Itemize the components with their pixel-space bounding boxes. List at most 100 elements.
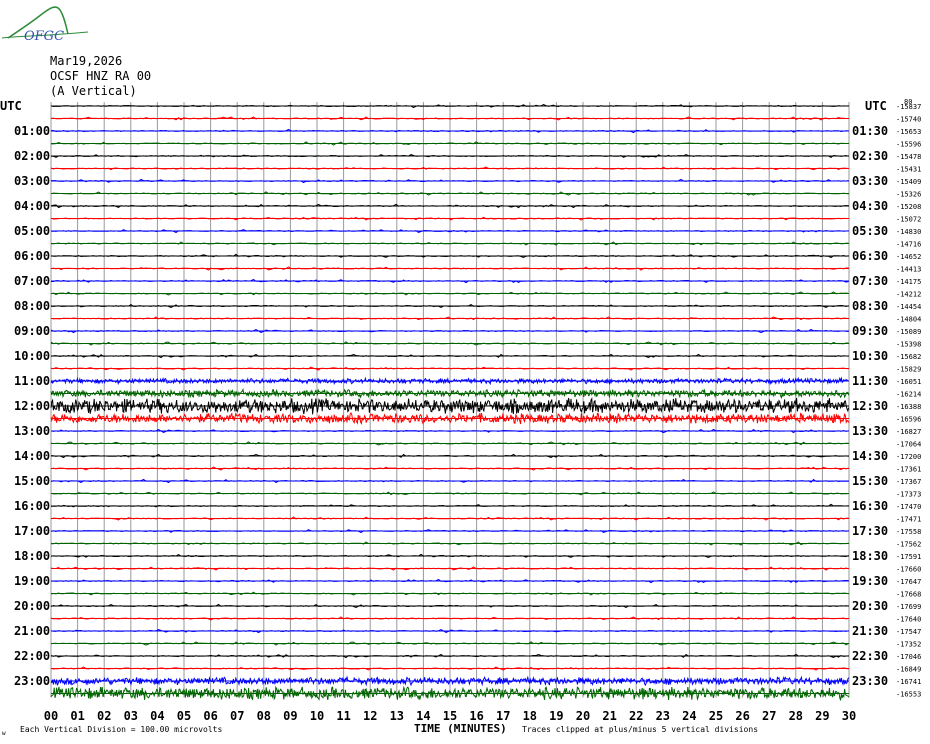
x-tick-label: 20 bbox=[576, 709, 590, 723]
ofgc-logo: OFGC bbox=[1, 6, 89, 44]
offset-label: -17361 bbox=[896, 466, 921, 474]
offset-label: -15208 bbox=[896, 203, 921, 211]
right-utc-label: UTC bbox=[865, 99, 887, 113]
chart-grid bbox=[50, 102, 850, 698]
x-tick-label: 29 bbox=[815, 709, 829, 723]
right-halfhour-label: 04:30 bbox=[852, 199, 888, 213]
right-halfhour-label: 17:30 bbox=[852, 524, 888, 538]
x-tick-label: 28 bbox=[789, 709, 803, 723]
x-tick-label: 02 bbox=[97, 709, 111, 723]
x-tick-label: 14 bbox=[416, 709, 430, 723]
offset-label: -14804 bbox=[896, 316, 921, 324]
x-tick-label: 00 bbox=[44, 709, 58, 723]
left-hour-label: 07:00 bbox=[14, 274, 50, 288]
left-hour-label: 01:00 bbox=[14, 124, 50, 138]
right-halfhour-label: 08:30 bbox=[852, 299, 888, 313]
offset-label: -16741 bbox=[896, 678, 921, 686]
x-axis-title: TIME (MINUTES) bbox=[414, 722, 507, 735]
offset-label: -14454 bbox=[896, 303, 921, 311]
x-tick-label: 04 bbox=[150, 709, 164, 723]
offset-label: -15653 bbox=[896, 128, 921, 136]
offset-label: -14413 bbox=[896, 266, 921, 274]
offset-label: -17647 bbox=[896, 578, 921, 586]
offset-label: -16214 bbox=[896, 391, 921, 399]
offset-label: -17367 bbox=[896, 478, 921, 486]
offset-label: -17200 bbox=[896, 453, 921, 461]
offset-label: -16827 bbox=[896, 428, 921, 436]
offset-label: -15398 bbox=[896, 341, 921, 349]
left-hour-label: 06:00 bbox=[14, 249, 50, 263]
offset-label: -15837 bbox=[896, 103, 921, 111]
x-tick-label: 12 bbox=[363, 709, 377, 723]
right-halfhour-label: 05:30 bbox=[852, 224, 888, 238]
right-halfhour-label: 13:30 bbox=[852, 424, 888, 438]
x-tick-label: 07 bbox=[230, 709, 244, 723]
offset-label: -17046 bbox=[896, 653, 921, 661]
right-halfhour-label: 16:30 bbox=[852, 499, 888, 513]
left-hour-label: 08:00 bbox=[14, 299, 50, 313]
right-halfhour-label: 19:30 bbox=[852, 574, 888, 588]
left-hour-label: 05:00 bbox=[14, 224, 50, 238]
right-halfhour-label: 12:30 bbox=[852, 399, 888, 413]
clip-note: Traces clipped at plus/minus 5 vertical … bbox=[522, 725, 758, 734]
x-tick-label: 27 bbox=[762, 709, 776, 723]
right-halfhour-label: 21:30 bbox=[852, 624, 888, 638]
x-tick-label: 26 bbox=[735, 709, 749, 723]
left-hour-label: 14:00 bbox=[14, 449, 50, 463]
offset-label: -16553 bbox=[896, 691, 921, 699]
offset-label: -17064 bbox=[896, 441, 921, 449]
left-hour-label: 03:00 bbox=[14, 174, 50, 188]
offset-label: -16849 bbox=[896, 666, 921, 674]
right-halfhour-label: 06:30 bbox=[852, 249, 888, 263]
left-hour-label: 23:00 bbox=[14, 674, 50, 688]
left-hour-label: 17:00 bbox=[14, 524, 50, 538]
offset-label: -15478 bbox=[896, 153, 921, 161]
right-halfhour-label: 09:30 bbox=[852, 324, 888, 338]
right-halfhour-labels: 01:30 02:30 03:30 04:30 05:30 06:30 07:30 08:30… bbox=[852, 124, 888, 688]
date-label: Mar19,2026 bbox=[50, 54, 122, 68]
x-tick-label: 06 bbox=[203, 709, 217, 723]
component-label: (A Vertical) bbox=[50, 84, 137, 98]
offset-label: -17471 bbox=[896, 516, 921, 524]
offset-label: -15596 bbox=[896, 141, 921, 149]
right-halfhour-label: 22:30 bbox=[852, 649, 888, 663]
x-tick-label: 21 bbox=[602, 709, 616, 723]
x-tick-label: 25 bbox=[709, 709, 723, 723]
x-tick-labels: 00 01 02 03 04 05 06 07 08 09 10 11 12 13 14 15 16 17 18 19… bbox=[44, 709, 856, 723]
left-hour-label: 20:00 bbox=[14, 599, 50, 613]
offset-label: -14716 bbox=[896, 241, 921, 249]
left-hour-label: 19:00 bbox=[14, 574, 50, 588]
left-hour-label: 11:00 bbox=[14, 374, 50, 388]
x-tick-label: 16 bbox=[469, 709, 483, 723]
left-hour-label: 13:00 bbox=[14, 424, 50, 438]
x-tick-label: 05 bbox=[177, 709, 191, 723]
left-hour-label: 22:00 bbox=[14, 649, 50, 663]
left-hour-label: 10:00 bbox=[14, 349, 50, 363]
offset-label: -17562 bbox=[896, 541, 921, 549]
offset-label: -15072 bbox=[896, 216, 921, 224]
right-halfhour-label: 03:30 bbox=[852, 174, 888, 188]
x-tick-label: 22 bbox=[629, 709, 643, 723]
right-halfhour-label: 11:30 bbox=[852, 374, 888, 388]
offset-label: -14175 bbox=[896, 278, 921, 286]
helicorder-chart: OFGC Mar19,2026 OCSF HNZ RA 00 (A Vertic… bbox=[0, 6, 921, 737]
x-tick-label: 09 bbox=[283, 709, 297, 723]
offset-label: -17547 bbox=[896, 628, 921, 636]
offset-label: -15089 bbox=[896, 328, 921, 336]
right-halfhour-label: 01:30 bbox=[852, 124, 888, 138]
offset-label: -17558 bbox=[896, 528, 921, 536]
offset-label: -17668 bbox=[896, 591, 921, 599]
x-tick-label: 11 bbox=[336, 709, 350, 723]
offset-label: -17699 bbox=[896, 603, 921, 611]
x-tick-label: 15 bbox=[443, 709, 457, 723]
offset-label: -16596 bbox=[896, 416, 921, 424]
offset-label: -17640 bbox=[896, 616, 921, 624]
right-halfhour-label: 15:30 bbox=[852, 474, 888, 488]
x-tick-label: 03 bbox=[124, 709, 138, 723]
left-utc-label: UTC bbox=[0, 99, 22, 113]
left-hour-label: 09:00 bbox=[14, 324, 50, 338]
left-hour-label: 02:00 bbox=[14, 149, 50, 163]
right-halfhour-label: 07:30 bbox=[852, 274, 888, 288]
left-hour-labels: 01:00 02:00 03:00 04:00 05:00 06:00 07:00 08:00… bbox=[14, 124, 50, 688]
left-hour-label: 21:00 bbox=[14, 624, 50, 638]
